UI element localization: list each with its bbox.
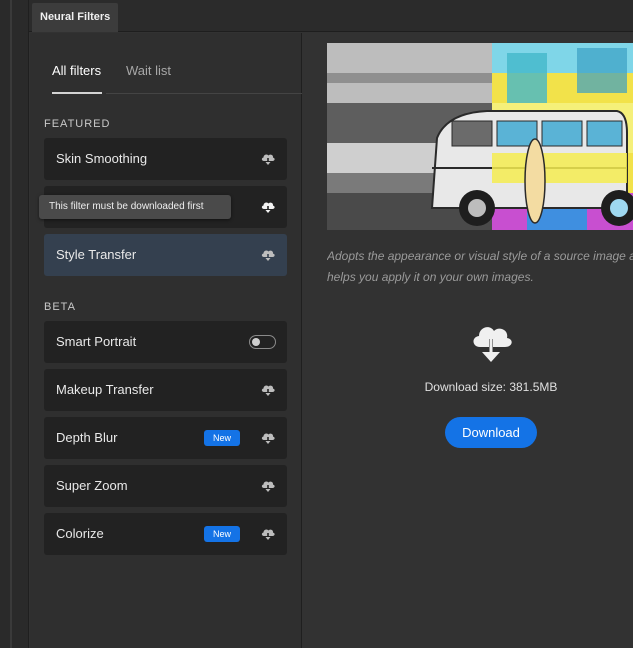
filter-item-makeup-transfer[interactable]: Makeup Transfer <box>44 369 287 411</box>
section-featured-title: FEATURED <box>44 118 111 130</box>
cloud-download-icon[interactable] <box>260 527 276 541</box>
filter-label: Super Zoom <box>56 478 128 493</box>
tab-wait-list[interactable]: Wait list <box>126 63 171 78</box>
toggle-knob <box>252 337 260 346</box>
description-line-2: helps you apply it on your own images. <box>327 270 534 284</box>
filter-label: Smart Portrait <box>56 334 137 349</box>
panel-tab-bar: Neural Filters <box>29 0 633 32</box>
gutter-strip <box>10 0 12 648</box>
filter-label: Skin Smoothing <box>56 151 148 166</box>
filters-side-panel: All filters Wait list FEATURED Skin Smoo… <box>30 33 302 648</box>
filter-item-style-transfer[interactable]: Style Transfer <box>44 234 287 276</box>
filter-item-depth-blur[interactable]: Depth Blur New <box>44 417 287 459</box>
filter-item-super-zoom[interactable]: Super Zoom <box>44 465 287 507</box>
filter-item-colorize[interactable]: Colorize New <box>44 513 287 555</box>
filter-subtabs: All filters Wait list <box>30 33 302 95</box>
filter-label: Colorize <box>56 526 104 541</box>
cloud-download-icon <box>473 327 512 362</box>
filter-item-skin-smoothing[interactable]: Skin Smoothing <box>44 138 287 180</box>
filter-label: Depth Blur <box>56 430 118 445</box>
new-badge: New <box>204 526 240 542</box>
filter-label: Style Transfer <box>56 247 137 262</box>
cloud-download-icon[interactable] <box>260 479 276 493</box>
cloud-download-icon[interactable] <box>260 248 276 262</box>
cloud-download-icon[interactable] <box>260 152 276 166</box>
download-required-tooltip: This filter must be downloaded first <box>39 195 231 219</box>
subtab-divider <box>106 93 302 94</box>
description-line-1: Adopts the appearance or visual style of… <box>327 249 633 263</box>
style-transfer-preview-image <box>327 43 633 230</box>
cloud-download-icon[interactable] <box>260 431 276 445</box>
filter-description: Adopts the appearance or visual style of… <box>327 246 633 288</box>
active-tab-underline <box>52 92 102 94</box>
filter-label: Makeup Transfer <box>56 382 154 397</box>
cloud-download-icon[interactable] <box>260 383 276 397</box>
cloud-download-icon[interactable] <box>260 200 276 214</box>
filter-toggle[interactable] <box>249 335 276 349</box>
neural-filters-workspace: Neural Filters All filters Wait list FEA… <box>0 0 633 648</box>
left-toolbar-gutter <box>0 0 29 648</box>
download-size-text: Download size: 381.5MB <box>424 380 558 394</box>
filter-item-smart-portrait[interactable]: Smart Portrait <box>44 321 287 363</box>
new-badge: New <box>204 430 240 446</box>
download-button[interactable]: Download <box>445 417 537 448</box>
section-beta-title: BETA <box>44 301 76 313</box>
filter-detail-pane: Adopts the appearance or visual style of… <box>303 33 633 648</box>
tab-all-filters[interactable]: All filters <box>52 63 101 78</box>
tab-neural-filters[interactable]: Neural Filters <box>32 3 119 32</box>
